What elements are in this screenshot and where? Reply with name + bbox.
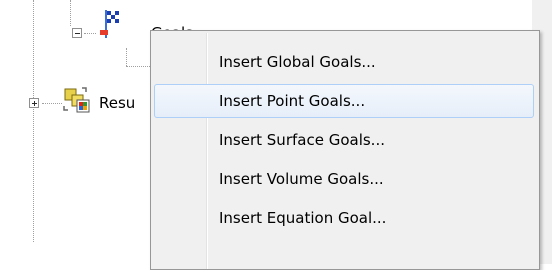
tree-line-root xyxy=(33,0,34,242)
goals-collapse-toggle[interactable] xyxy=(72,28,82,38)
menu-item-label: Insert Equation Goal... xyxy=(219,209,387,227)
results-expand-toggle[interactable] xyxy=(29,98,39,108)
menu-item-label: Insert Point Goals... xyxy=(219,92,366,110)
tree-item-results[interactable]: Resu xyxy=(99,94,135,112)
tree-line-goals-child-h xyxy=(126,66,150,67)
tree-line-results xyxy=(42,103,62,104)
menu-item-insert-equation-goal[interactable]: Insert Equation Goal... xyxy=(154,201,534,235)
tree-line-goals-branch xyxy=(70,0,71,26)
checkered-flag-icon[interactable] xyxy=(96,8,124,42)
menu-item-insert-surface-goals[interactable]: Insert Surface Goals... xyxy=(154,123,534,157)
results-icon[interactable] xyxy=(62,86,94,114)
tree-line-goals xyxy=(84,33,96,34)
menu-item-insert-point-goals[interactable]: Insert Point Goals... xyxy=(154,84,534,118)
menu-item-label: Insert Volume Goals... xyxy=(219,170,384,188)
menu-item-insert-global-goals[interactable]: Insert Global Goals... xyxy=(154,45,534,79)
menu-item-label: Insert Global Goals... xyxy=(219,53,376,71)
menu-item-label: Insert Surface Goals... xyxy=(219,131,385,149)
menu-item-insert-volume-goals[interactable]: Insert Volume Goals... xyxy=(154,162,534,196)
goals-context-menu: Insert Global Goals... Insert Point Goal… xyxy=(150,30,540,270)
tree-line-goals-child xyxy=(126,48,127,66)
